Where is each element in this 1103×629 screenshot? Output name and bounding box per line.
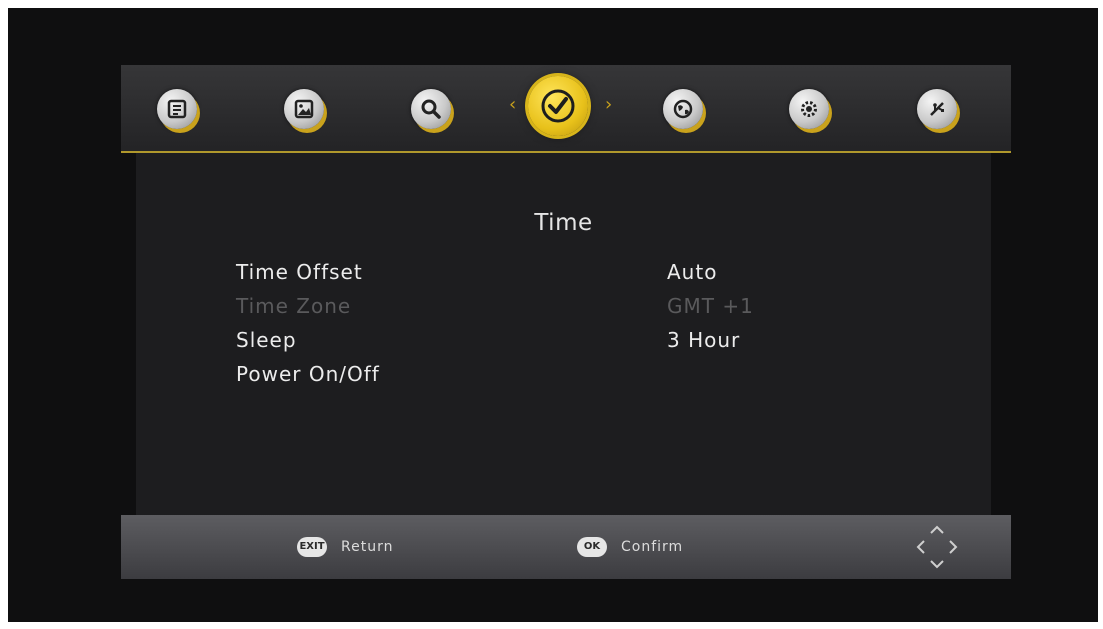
return-hint[interactable]: EXIT Return (297, 535, 393, 559)
menu-row-power-on-off[interactable]: Power On/Off (236, 362, 876, 394)
footer-bar: EXIT Return OK Confirm (121, 515, 1011, 579)
search-icon[interactable] (411, 89, 451, 129)
menu-row-sleep[interactable]: Sleep 3 Hour (236, 328, 876, 360)
tv-screen: ‹ › Time Time Offset Auto Time Zone GMT … (8, 8, 1098, 622)
confirm-label: Confirm (621, 539, 684, 555)
menu-row-value: GMT +1 (667, 294, 754, 318)
menu-row-time-offset[interactable]: Time Offset Auto (236, 260, 876, 292)
menu-row-label: Sleep (236, 328, 297, 352)
gear-icon[interactable] (789, 89, 829, 129)
ok-key-icon: OK (577, 537, 607, 557)
menu-row-value: 3 Hour (667, 328, 741, 352)
exit-key-icon: EXIT (297, 537, 327, 557)
menu-row-label: Power On/Off (236, 362, 380, 386)
channel-list-icon[interactable] (157, 89, 197, 129)
confirm-hint[interactable]: OK Confirm (577, 535, 683, 559)
menu-row-label: Time Offset (236, 260, 363, 284)
clock-icon[interactable] (528, 76, 588, 136)
usb-icon[interactable] (917, 89, 957, 129)
top-menu-bar: ‹ › (121, 65, 1011, 153)
menu-right-arrow-icon[interactable]: › (605, 95, 612, 115)
globe-icon[interactable] (663, 89, 703, 129)
menu-row-time-zone: Time Zone GMT +1 (236, 294, 876, 326)
menu-row-value: Auto (667, 260, 718, 284)
menu-row-label: Time Zone (236, 294, 352, 318)
main-menu-icons: ‹ › (121, 65, 1011, 153)
picture-icon[interactable] (284, 89, 324, 129)
direction-pad-icon (916, 525, 958, 569)
menu-left-arrow-icon[interactable]: ‹ (509, 95, 516, 115)
settings-panel: Time Time Offset Auto Time Zone GMT +1 S… (136, 153, 991, 515)
page-title: Time (534, 210, 593, 236)
return-label: Return (341, 539, 394, 555)
